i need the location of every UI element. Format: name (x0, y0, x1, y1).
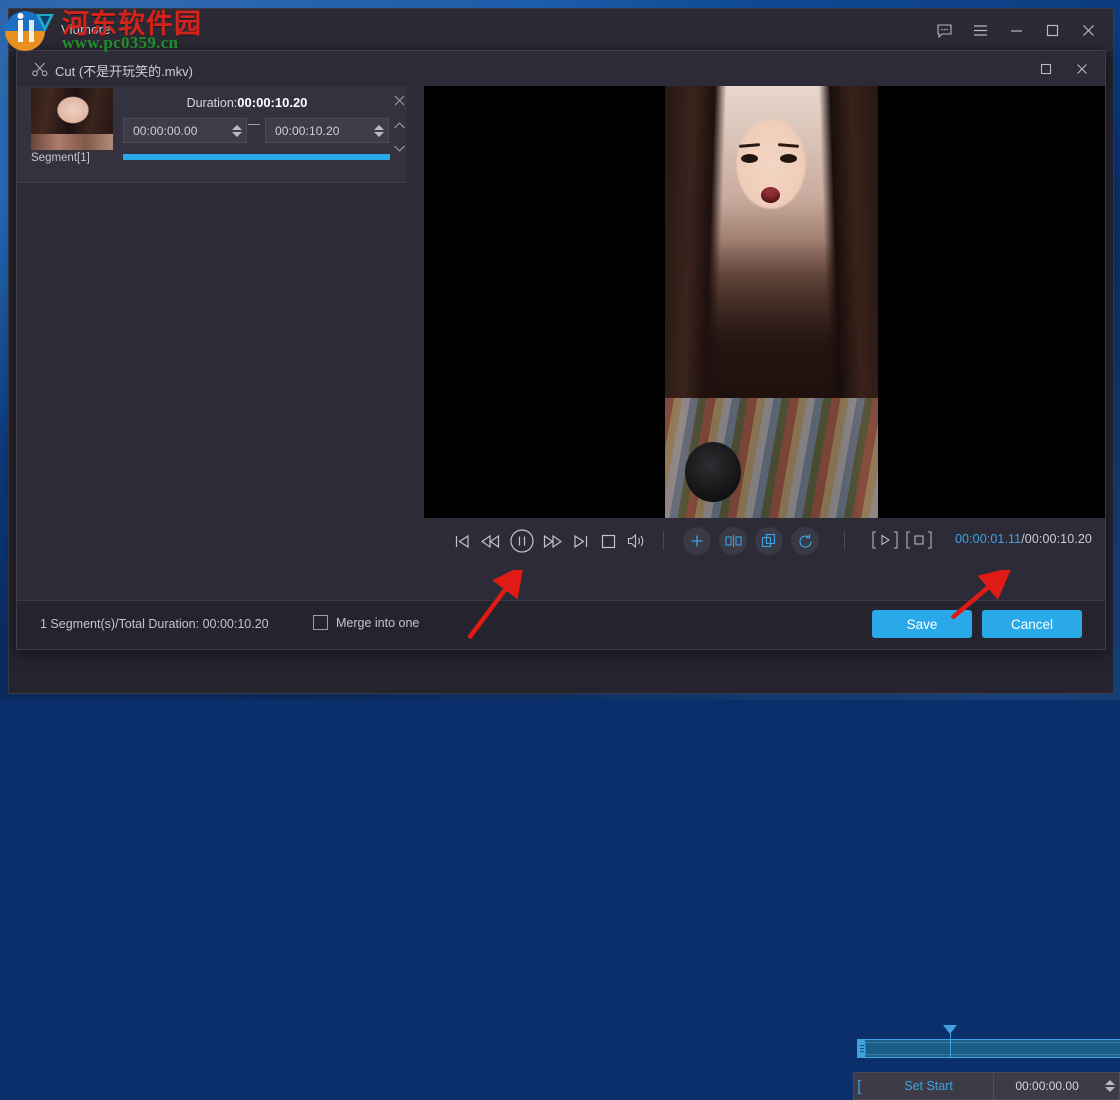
stop-icon[interactable] (597, 530, 619, 552)
time-display: 00:00:01.11/00:00:10.20 (955, 532, 1092, 546)
app-title: Vidmore (61, 22, 111, 37)
face-eye-left (741, 154, 758, 163)
split-icon[interactable] (719, 527, 747, 555)
minimize-icon[interactable] (999, 14, 1033, 48)
cut-dialog-window-controls (1029, 51, 1099, 86)
segment-label: Segment[1] (31, 152, 113, 164)
range-dash (248, 124, 260, 125)
feedback-icon[interactable] (927, 14, 961, 48)
segment-duration-readout: Duration:00:00:10.20 (113, 95, 381, 110)
timeline-trim-track[interactable] (857, 1039, 1120, 1058)
segment-duration-value: 00:00:10.20 (237, 95, 307, 110)
segment-start-time-field[interactable]: 00:00:00.00 (123, 118, 247, 143)
face-eye-right (780, 154, 797, 163)
segment-range-bar[interactable] (123, 154, 390, 160)
control-separator-2 (844, 532, 845, 550)
cut-dialog-footer: 1 Segment(s)/Total Duration: 00:00:10.20… (17, 600, 1105, 649)
segment-list-panel: Segment[1] Duration:00:00:10.20 00:00:00… (17, 86, 407, 649)
add-segment-icon[interactable] (683, 527, 711, 555)
menu-icon[interactable] (963, 14, 997, 48)
face-brow-right (778, 143, 799, 148)
face-mouth (761, 187, 780, 203)
play-preview-icon[interactable] (871, 528, 899, 552)
trim-start-stepper[interactable] (1101, 1073, 1119, 1099)
maximize-icon[interactable] (1035, 14, 1069, 48)
cut-dialog: Cut (不是开玩笑的.mkv) Segment[1] Duration:00:… (16, 50, 1106, 650)
segment-duration-prefix: Duration: (187, 96, 238, 110)
app-status-strip (9, 657, 1113, 693)
cancel-button[interactable]: Cancel (982, 610, 1082, 638)
next-frame-icon[interactable] (569, 530, 591, 552)
volume-icon[interactable] (625, 530, 649, 552)
segment-actions (391, 94, 407, 158)
close-icon[interactable] (1065, 52, 1099, 86)
bracket-left-icon: [ (854, 1073, 865, 1099)
app-window-controls (927, 9, 1105, 52)
segment-range-fill (123, 154, 390, 160)
fast-forward-icon[interactable] (541, 530, 563, 552)
segment-end-time-value: 00:00:10.20 (266, 124, 370, 138)
segment-end-stepper[interactable] (370, 119, 388, 142)
chevron-down-icon[interactable] (393, 140, 406, 158)
maximize-icon[interactable] (1029, 52, 1063, 86)
segment-summary: 1 Segment(s)/Total Duration: 00:00:10.20 (40, 617, 269, 631)
segment-start-stepper[interactable] (228, 119, 246, 142)
previous-frame-icon[interactable] (451, 530, 473, 552)
thumbnail-lower (31, 134, 113, 150)
merge-into-one-label: Merge into one (336, 616, 419, 630)
video-frame (665, 86, 878, 518)
close-icon[interactable] (1071, 14, 1105, 48)
trim-controls-strip: [ Set Start 00:00:00.00 Duration:00:00:1… (853, 1072, 1120, 1100)
trim-start-field[interactable]: 00:00:00.00 (993, 1073, 1120, 1099)
control-separator (663, 532, 664, 550)
timeline-selected-range (865, 1042, 1120, 1055)
trim-start-value: 00:00:00.00 (994, 1079, 1101, 1093)
chevron-up-icon[interactable] (393, 117, 406, 135)
video-frame-microphone (685, 442, 741, 502)
copy-segment-icon[interactable] (755, 527, 783, 555)
face-brow-left (739, 143, 760, 148)
trim-handle-left[interactable] (858, 1040, 865, 1057)
app-title-bar: Vidmore (9, 9, 1113, 52)
pause-icon[interactable] (508, 527, 536, 555)
rewind-icon[interactable] (479, 530, 501, 552)
segment-start-time-value: 00:00:00.00 (124, 124, 228, 138)
checkbox-box[interactable] (313, 615, 328, 630)
segment-row[interactable]: Segment[1] Duration:00:00:10.20 00:00:00… (17, 86, 407, 183)
cut-dialog-header: Cut (不是开玩笑的.mkv) (17, 51, 1105, 86)
current-time: 00:00:01.11 (955, 532, 1021, 546)
scissors-icon (31, 60, 49, 83)
snapshot-icon[interactable] (905, 528, 933, 552)
playhead-line (950, 1029, 951, 1057)
reset-icon[interactable] (791, 527, 819, 555)
set-start-button[interactable]: Set Start (865, 1073, 993, 1099)
cut-dialog-title: Cut (不是开玩笑的.mkv) (55, 61, 193, 80)
segment-thumbnail (31, 88, 113, 150)
total-time: 00:00:10.20 (1025, 532, 1092, 546)
segment-end-time-field[interactable]: 00:00:10.20 (265, 118, 389, 143)
remove-segment-icon[interactable] (393, 94, 406, 112)
video-preview-area[interactable] (424, 86, 1105, 518)
save-button[interactable]: Save (872, 610, 972, 638)
merge-into-one-checkbox[interactable]: Merge into one (313, 615, 419, 630)
